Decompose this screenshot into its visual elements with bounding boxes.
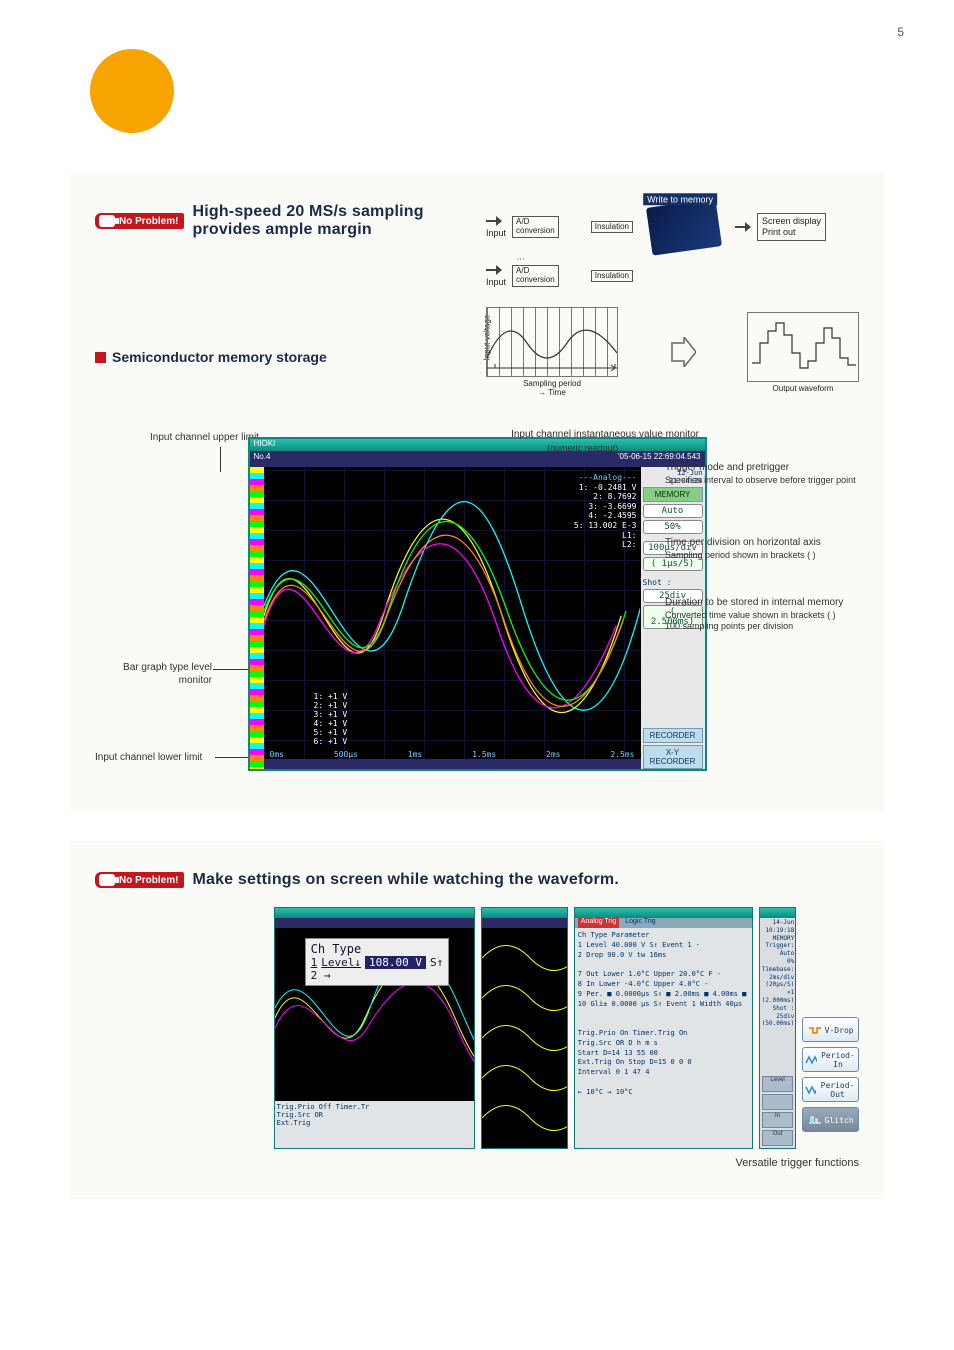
headline-sampling: High-speed 20 MS/s sampling provides amp… [192, 203, 468, 239]
arrow-icon [486, 265, 502, 275]
ss-level-bars [250, 467, 264, 771]
ss-tab-recorder[interactable]: RECORDER [643, 728, 703, 743]
label-output-waveform: Output waveform [747, 384, 859, 393]
anno-numeric-readout: (numeric readout) [547, 443, 618, 454]
decorative-circle [90, 49, 174, 133]
label-sampling-period: Sampling period → Time [486, 379, 618, 397]
box-insulation: Insulation [591, 270, 633, 283]
btn-period-out[interactable]: Period-Out [802, 1077, 859, 1102]
arrow-icon [486, 216, 502, 226]
section-settings: No Problem! Make settings on screen whil… [70, 841, 884, 1199]
anno-lower-limit: Input channel lower limit [95, 752, 215, 765]
oscilloscope-screenshot: HIOKI No.4 '05-06-15 22:69:04.543 [248, 437, 707, 771]
box-insulation: Insulation [591, 221, 633, 234]
settings-shot-3: Analog Trig Logic Trig Ch Type Parameter… [574, 907, 753, 1149]
settings-screenshots-row: Trig.Prio Off Timer.TrTrig.Src ORExt.Tri… [95, 907, 859, 1149]
box-output: Screen display Print out [757, 213, 826, 241]
arrow-icon [670, 337, 696, 367]
settings-shot-1: Trig.Prio Off Timer.TrTrig.Src ORExt.Tri… [274, 907, 475, 1149]
anno-bar-graph: Bar graph type level monitor [117, 662, 212, 687]
label-input: Input [486, 228, 506, 238]
anno-time-div: Time per division on horizontal axis Sam… [665, 537, 875, 561]
anno-duration: Duration to be stored in internal memory… [665, 597, 895, 632]
memory-chip-icon: Write to memory [646, 198, 722, 255]
btn-period-in[interactable]: Period-In [802, 1047, 859, 1072]
subheading-memory: Semiconductor memory storage [112, 349, 327, 365]
trigger-buttons: V-Drop Period-In Period-Out Glitch [802, 1017, 859, 1132]
caption-trigger-functions: Versatile trigger functions [95, 1157, 859, 1169]
label-shot: Shot : [643, 578, 703, 587]
ss-xaxis-ticks: 0ms500µs1ms1.5ms2ms2.5ms [264, 750, 641, 759]
ss-plot-area: ---Analog--- 1: -0.2481 V2: 8.76923: -3.… [264, 467, 641, 771]
block-diagram: Input A/D conversion Insulation Write to… [486, 203, 859, 397]
anno-upper-limit: Input channel upper limit [150, 432, 259, 445]
chtype-popup[interactable]: Ch Type 1 Level↓ 108.00 V S↑ 2 → [305, 938, 450, 986]
square-bullet-icon [95, 352, 106, 363]
output-waveform-diagram [747, 312, 859, 382]
pill-trigger-mode[interactable]: Auto [643, 504, 703, 518]
section-sampling: No Problem! High-speed 20 MS/s sampling … [70, 173, 884, 811]
headline-settings: Make settings on screen while watching t… [192, 871, 619, 889]
arrow-icon [735, 222, 751, 232]
no-problem-badge: No Problem! [95, 213, 184, 229]
label-input: Input [486, 277, 506, 287]
camera-icon [99, 874, 115, 886]
ss-voltage-block: 1: +1 V2: +1 V3: +1 V4: +1 V5: +1 V6: +1… [314, 692, 348, 746]
ss-tab-xy[interactable]: X-Y RECORDER [643, 745, 703, 769]
ss-analog-readout: ---Analog--- 1: -0.2481 V2: 8.76923: -3.… [574, 473, 637, 550]
ss-header: No.4 '05-06-15 22:69:04.543 [250, 451, 705, 467]
box-ad-conversion: A/D conversion [512, 216, 559, 238]
btn-vdrop[interactable]: V-Drop [802, 1017, 859, 1042]
anno-trigger: Trigger mode and pretrigger Specifies in… [665, 462, 865, 486]
page-number: 5 [0, 0, 954, 39]
settings-shot-4: 14-Jun 10:19:18MEMORYTrigger:Auto0%Timeb… [759, 907, 796, 1149]
no-problem-badge: No Problem! [95, 872, 184, 888]
settings-shot-2 [481, 907, 568, 1149]
anno-instant: Input channel instantaneous value monito… [511, 429, 699, 442]
vertical-dots-icon: ⋮ [516, 255, 525, 265]
ss-tab-memory[interactable]: MEMORY [643, 487, 703, 502]
sampling-diagram [486, 307, 618, 377]
label-write-memory: Write to memory [643, 193, 717, 205]
camera-icon [99, 215, 115, 227]
box-ad-conversion: A/D conversion [512, 265, 559, 287]
pill-pretrigger[interactable]: 50% [643, 520, 703, 534]
annotated-screenshot: Input channel upper limit Bar graph type… [95, 437, 859, 771]
btn-glitch[interactable]: Glitch [802, 1107, 859, 1132]
